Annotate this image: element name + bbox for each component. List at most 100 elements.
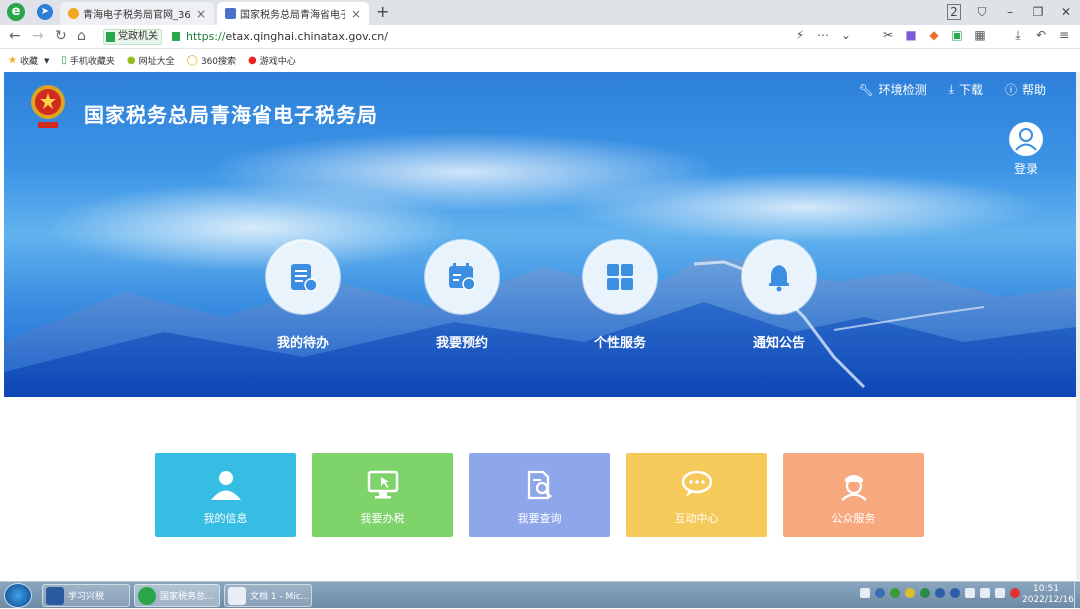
clock-date: 2022/12/16 [1022, 595, 1074, 605]
service-notices[interactable]: 通知公告 [741, 240, 817, 351]
tile-my-info[interactable]: 我的信息 [155, 453, 296, 537]
bookmark-game-center[interactable]: ● 游戏中心 [248, 54, 296, 67]
extension-purple-icon[interactable]: ■ [905, 28, 917, 43]
tab-etax[interactable]: 国家税务总局青海省电子税务局 × [217, 2, 369, 25]
tray-icon[interactable] [1010, 588, 1020, 598]
bell-icon [744, 242, 814, 312]
service-personal[interactable]: 个性服务 [582, 240, 658, 351]
undo-icon[interactable]: ↶ [1035, 28, 1047, 43]
public-service-icon [840, 475, 867, 501]
env-check-link[interactable]: 🔧︎ 环境检测 [858, 81, 926, 98]
word-doc-icon [228, 586, 246, 605]
bookmark-mobile[interactable]: ▯ 手机收藏夹 [61, 54, 115, 67]
minimize-icon[interactable]: – [996, 5, 1024, 19]
apps-grid-icon[interactable]: ▦ [974, 28, 986, 43]
system-tray [860, 588, 1020, 598]
tray-icon[interactable] [890, 588, 900, 598]
lock-icon[interactable] [172, 32, 180, 41]
user-icon [210, 471, 241, 500]
network-icon[interactable] [965, 588, 975, 598]
service-appointment[interactable]: 我要预约 [424, 240, 500, 351]
taskbar-item-word[interactable]: 文档 1 - Mic... [224, 584, 312, 607]
windows-taskbar: 学习兴税 国家税务总... 文档 1 - Mic... 10:51 2022/1… [0, 581, 1080, 609]
site-title: 国家税务总局青海省电子税务局 [84, 103, 378, 127]
page-content: 国家税务总局青海省电子税务局 🔧︎ 环境检测 ⤓ 下载 ⓘ 帮助 登录 我的待办 我要… [4, 72, 1076, 580]
download-icon: ⤓ [948, 82, 954, 96]
more-icon[interactable]: ⋯ [817, 28, 829, 43]
menu-icon[interactable]: ≡ [1058, 28, 1070, 43]
extension-green-icon[interactable]: ▣ [951, 28, 963, 43]
forward-icon[interactable]: → [32, 28, 44, 44]
bookmark-url-directory[interactable]: ● 网址大全 [127, 54, 175, 67]
taskbar-item-browser[interactable]: 国家税务总... [134, 584, 220, 607]
bookmark-360-search[interactable]: ◯ 360搜索 [187, 54, 236, 67]
tray-icon[interactable] [920, 588, 930, 598]
grid-icon [585, 242, 655, 312]
browser-logo-icon[interactable]: e [7, 3, 25, 21]
user-avatar-icon [1009, 122, 1043, 156]
start-button[interactable] [4, 583, 32, 608]
lightning-icon[interactable]: ⚡ [794, 28, 806, 43]
reload-icon[interactable]: ↻ [55, 28, 67, 44]
national-emblem-icon [31, 85, 65, 128]
service-my-todo[interactable]: 我的待办 [265, 240, 341, 351]
globe-icon: ● [126, 55, 136, 66]
mountain-silhouette [4, 257, 1076, 397]
browser-right-tools: ⚡ ⋯ ⌄ ✂ ■ ◆ ▣ ▦ ⤓ ↶ ≡ [794, 28, 1070, 43]
home-icon[interactable]: ⌂ [77, 28, 86, 44]
bookmark-favorites[interactable]: ★ 收藏 ▼ [8, 54, 49, 67]
wrench-icon: 🔧︎ [858, 82, 874, 97]
help-link[interactable]: ⓘ 帮助 [1005, 81, 1046, 98]
monitor-icon [367, 470, 398, 499]
address-toolbar: ← → ↻ ⌂ 党政机关 https://etax.qinghai.chinat… [0, 25, 1080, 49]
show-desktop-button[interactable] [1074, 582, 1080, 609]
quick-tiles: 我的信息 我要办税 我要查询 互动中心 公众服务 [155, 453, 924, 537]
new-tab-button[interactable]: + [376, 2, 389, 21]
chat-icon [681, 470, 712, 497]
phone-icon: ▯ [61, 55, 67, 66]
tray-icon[interactable] [935, 588, 945, 598]
calendar-icon [427, 242, 497, 312]
clock-time: 10:51 [1033, 584, 1059, 594]
shirt-icon[interactable]: ⛉ [968, 5, 996, 20]
tab-title: 青海电子税务局官网_360搜索 [83, 10, 190, 21]
download-link[interactable]: ⤓ 下载 [949, 81, 983, 98]
close-icon[interactable]: × [351, 7, 361, 21]
top-links: 🔧︎ 环境检测 ⤓ 下载 ⓘ 帮助 [858, 81, 1046, 98]
url-text[interactable]: https://etax.qinghai.chinatax.gov.cn/ [186, 30, 388, 43]
tile-public-service[interactable]: 公众服务 [783, 453, 924, 537]
close-window-icon[interactable]: ✕ [1052, 5, 1080, 19]
tray-icon[interactable] [980, 588, 990, 598]
bluetooth-icon[interactable] [950, 588, 960, 598]
tile-interaction[interactable]: 互动中心 [626, 453, 767, 537]
chevron-down-icon[interactable]: ⌄ [840, 28, 852, 43]
volume-icon[interactable] [995, 588, 1005, 598]
dropdown-arrow-icon[interactable]: ▼ [44, 57, 49, 65]
scissors-icon[interactable]: ✂ [882, 28, 894, 43]
telegram-icon[interactable]: ➤ [37, 4, 53, 20]
tab-search[interactable]: 青海电子税务局官网_360搜索 × [60, 2, 214, 25]
browser-app-icon [138, 586, 156, 605]
page-scrollbar[interactable] [1076, 72, 1080, 580]
tray-icon[interactable] [905, 588, 915, 598]
restore-icon[interactable]: ❐ [1024, 5, 1052, 19]
extension-fox-icon[interactable]: ◆ [928, 28, 940, 43]
download-manager-icon[interactable]: ⤓ [1012, 28, 1024, 43]
tile-tax-service[interactable]: 我要办税 [312, 453, 453, 537]
document-search-icon [527, 470, 552, 500]
search-360-icon: ◯ [186, 55, 198, 66]
login-button[interactable]: 登录 [1008, 122, 1044, 177]
close-icon[interactable]: × [196, 7, 206, 21]
taskbar-item-xuexi[interactable]: 学习兴税 [42, 584, 130, 607]
star-icon: ★ [8, 55, 17, 66]
tile-query[interactable]: 我要查询 [469, 453, 610, 537]
360-search-icon [68, 8, 79, 19]
gov-badge[interactable]: 党政机关 [103, 28, 162, 45]
tab-count-badge[interactable]: 2 [940, 4, 968, 20]
tab-title: 国家税务总局青海省电子税务局 [240, 10, 345, 21]
address-bar[interactable]: 党政机关 https://etax.qinghai.chinatax.gov.c… [103, 27, 883, 46]
taskbar-clock[interactable]: 10:51 2022/12/16 [1022, 584, 1074, 606]
back-icon[interactable]: ← [9, 28, 21, 44]
tray-icon[interactable] [875, 588, 885, 598]
tray-icon[interactable] [860, 588, 870, 598]
